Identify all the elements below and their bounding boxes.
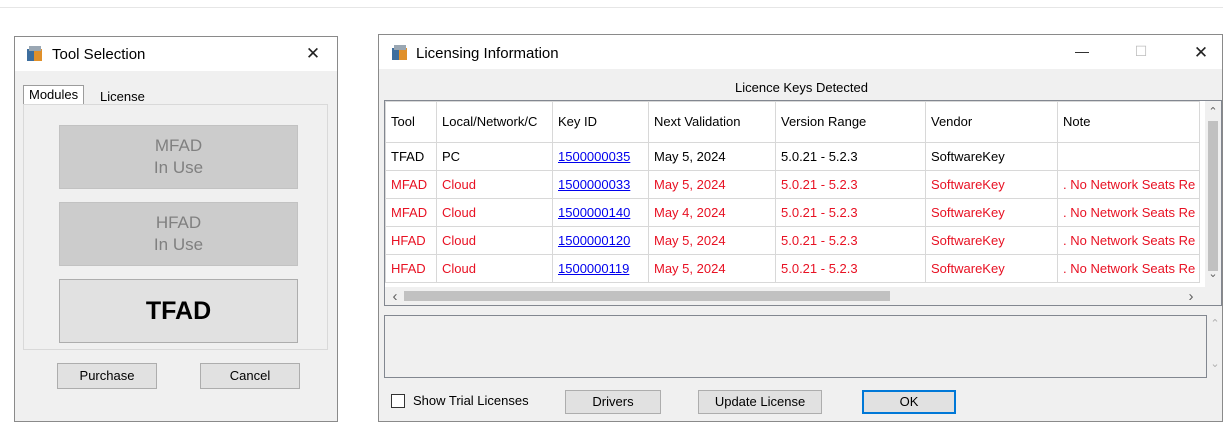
module-name: MFAD: [154, 136, 203, 155]
cell-vendor: SoftwareKey: [925, 198, 1058, 227]
cell-validation: May 5, 2024: [648, 254, 776, 283]
cell-validation: May 5, 2024: [648, 142, 776, 171]
show-trial-checkbox[interactable]: [391, 394, 405, 408]
cell-version: 5.0.21 - 5.2.3: [775, 254, 926, 283]
licence-keys-caption: Licence Keys Detected: [735, 80, 868, 95]
table-row[interactable]: HFAD Cloud 1500000120 May 5, 2024 5.0.21…: [385, 226, 1200, 255]
module-status: In Use: [153, 235, 204, 254]
cell-key-id: 1500000120: [552, 226, 649, 255]
table-row[interactable]: MFAD Cloud 1500000140 May 4, 2024 5.0.21…: [385, 198, 1200, 227]
cell-tool: MFAD: [385, 198, 437, 227]
licensing-window: Licensing Information — ☐ ✕ Licence Keys…: [378, 34, 1223, 422]
cell-version: 5.0.21 - 5.2.3: [775, 198, 926, 227]
license-table: Tool Local/Network/C Key ID Next Validat…: [385, 101, 1200, 283]
header-row: Tool Local/Network/C Key ID Next Validat…: [385, 101, 1200, 143]
table-row[interactable]: HFAD Cloud 1500000119 May 5, 2024 5.0.21…: [385, 254, 1200, 283]
scroll-up-icon[interactable]: ⌃: [1205, 105, 1221, 118]
vertical-scrollbar[interactable]: ⌃ ⌄: [1205, 101, 1221, 287]
notes-box[interactable]: [384, 315, 1207, 378]
drivers-button[interactable]: Drivers: [565, 390, 661, 414]
key-id-link[interactable]: 1500000119: [558, 261, 629, 276]
cell-note: . No Network Seats Re: [1057, 254, 1200, 283]
tool-selection-window: Tool Selection ✕ Modules License MFAD In…: [14, 36, 338, 422]
tool-selection-titlebar[interactable]: Tool Selection ✕: [15, 37, 337, 71]
notes-scroll-up-icon[interactable]: ⌃: [1207, 317, 1223, 330]
cell-version: 5.0.21 - 5.2.3: [775, 170, 926, 199]
tool-selection-title: Tool Selection: [52, 46, 146, 63]
scroll-right-icon[interactable]: ›: [1183, 288, 1199, 305]
module-name: HFAD: [155, 213, 202, 232]
module-button-hfad[interactable]: HFAD In Use: [59, 202, 298, 266]
column-header[interactable]: Local/Network/C: [436, 101, 553, 143]
cell-vendor: SoftwareKey: [925, 170, 1058, 199]
cell-key-id: 1500000033: [552, 170, 649, 199]
cell-validation: May 5, 2024: [648, 170, 776, 199]
cancel-button[interactable]: Cancel: [200, 363, 300, 389]
column-header[interactable]: Note: [1057, 101, 1200, 143]
horizontal-scroll-thumb[interactable]: [404, 291, 890, 301]
cell-tool: TFAD: [385, 142, 437, 171]
module-status: In Use: [153, 158, 204, 177]
close-icon[interactable]: ✕: [301, 44, 325, 64]
key-id-link[interactable]: 1500000120: [558, 233, 630, 248]
maximize-icon[interactable]: ☐: [1129, 43, 1153, 60]
app-cube-icon: [392, 45, 408, 62]
cell-note: . No Network Seats Re: [1057, 170, 1200, 199]
licensing-titlebar[interactable]: Licensing Information — ☐ ✕: [379, 35, 1222, 69]
show-trial-label[interactable]: Show Trial Licenses: [413, 393, 529, 408]
cell-key-id: 1500000140: [552, 198, 649, 227]
cell-validation: May 4, 2024: [648, 198, 776, 227]
key-id-link[interactable]: 1500000033: [558, 177, 630, 192]
cell-tool: HFAD: [385, 254, 437, 283]
cell-location: PC: [436, 142, 553, 171]
key-id-link[interactable]: 1500000140: [558, 205, 630, 220]
tab-modules[interactable]: Modules: [23, 85, 85, 105]
update-license-button[interactable]: Update License: [698, 390, 822, 414]
cell-version: 5.0.21 - 5.2.3: [775, 142, 926, 171]
cell-vendor: SoftwareKey: [925, 142, 1058, 171]
scroll-left-icon[interactable]: ‹: [387, 288, 403, 305]
top-divider: [0, 7, 1223, 8]
scroll-down-icon[interactable]: ⌄: [1205, 267, 1221, 280]
cell-key-id: 1500000035: [552, 142, 649, 171]
cell-note: . No Network Seats Re: [1057, 198, 1200, 227]
column-header[interactable]: Tool: [385, 101, 437, 143]
column-header[interactable]: Key ID: [552, 101, 649, 143]
cell-location: Cloud: [436, 170, 553, 199]
ok-button[interactable]: OK: [862, 390, 956, 414]
vertical-scroll-thumb[interactable]: [1208, 121, 1218, 271]
cell-note: [1057, 142, 1200, 171]
cell-location: Cloud: [436, 254, 553, 283]
cell-validation: May 5, 2024: [648, 226, 776, 255]
minimize-icon[interactable]: —: [1070, 43, 1094, 59]
column-header[interactable]: Next Validation: [648, 101, 776, 143]
column-header[interactable]: Version Range: [775, 101, 926, 143]
app-cube-icon: [27, 46, 43, 63]
module-name: TFAD: [145, 297, 212, 325]
module-button-mfad[interactable]: MFAD In Use: [59, 125, 298, 189]
notes-scroll-down-icon[interactable]: ⌄: [1207, 357, 1223, 370]
module-button-tfad[interactable]: TFAD: [59, 279, 298, 343]
close-icon[interactable]: ✕: [1189, 43, 1213, 63]
cell-vendor: SoftwareKey: [925, 254, 1058, 283]
table-row[interactable]: MFAD Cloud 1500000033 May 5, 2024 5.0.21…: [385, 170, 1200, 199]
cell-key-id: 1500000119: [552, 254, 649, 283]
cell-tool: HFAD: [385, 226, 437, 255]
horizontal-scrollbar[interactable]: ‹ ›: [385, 287, 1221, 305]
cell-location: Cloud: [436, 226, 553, 255]
cell-vendor: SoftwareKey: [925, 226, 1058, 255]
key-id-link[interactable]: 1500000035: [558, 149, 630, 164]
licensing-title: Licensing Information: [416, 45, 559, 62]
cell-note: . No Network Seats Re: [1057, 226, 1200, 255]
cell-tool: MFAD: [385, 170, 437, 199]
cell-version: 5.0.21 - 5.2.3: [775, 226, 926, 255]
purchase-button[interactable]: Purchase: [57, 363, 157, 389]
cell-location: Cloud: [436, 198, 553, 227]
column-header[interactable]: Vendor: [925, 101, 1058, 143]
license-grid[interactable]: Tool Local/Network/C Key ID Next Validat…: [384, 100, 1222, 306]
table-row[interactable]: TFAD PC 1500000035 May 5, 2024 5.0.21 - …: [385, 142, 1200, 171]
